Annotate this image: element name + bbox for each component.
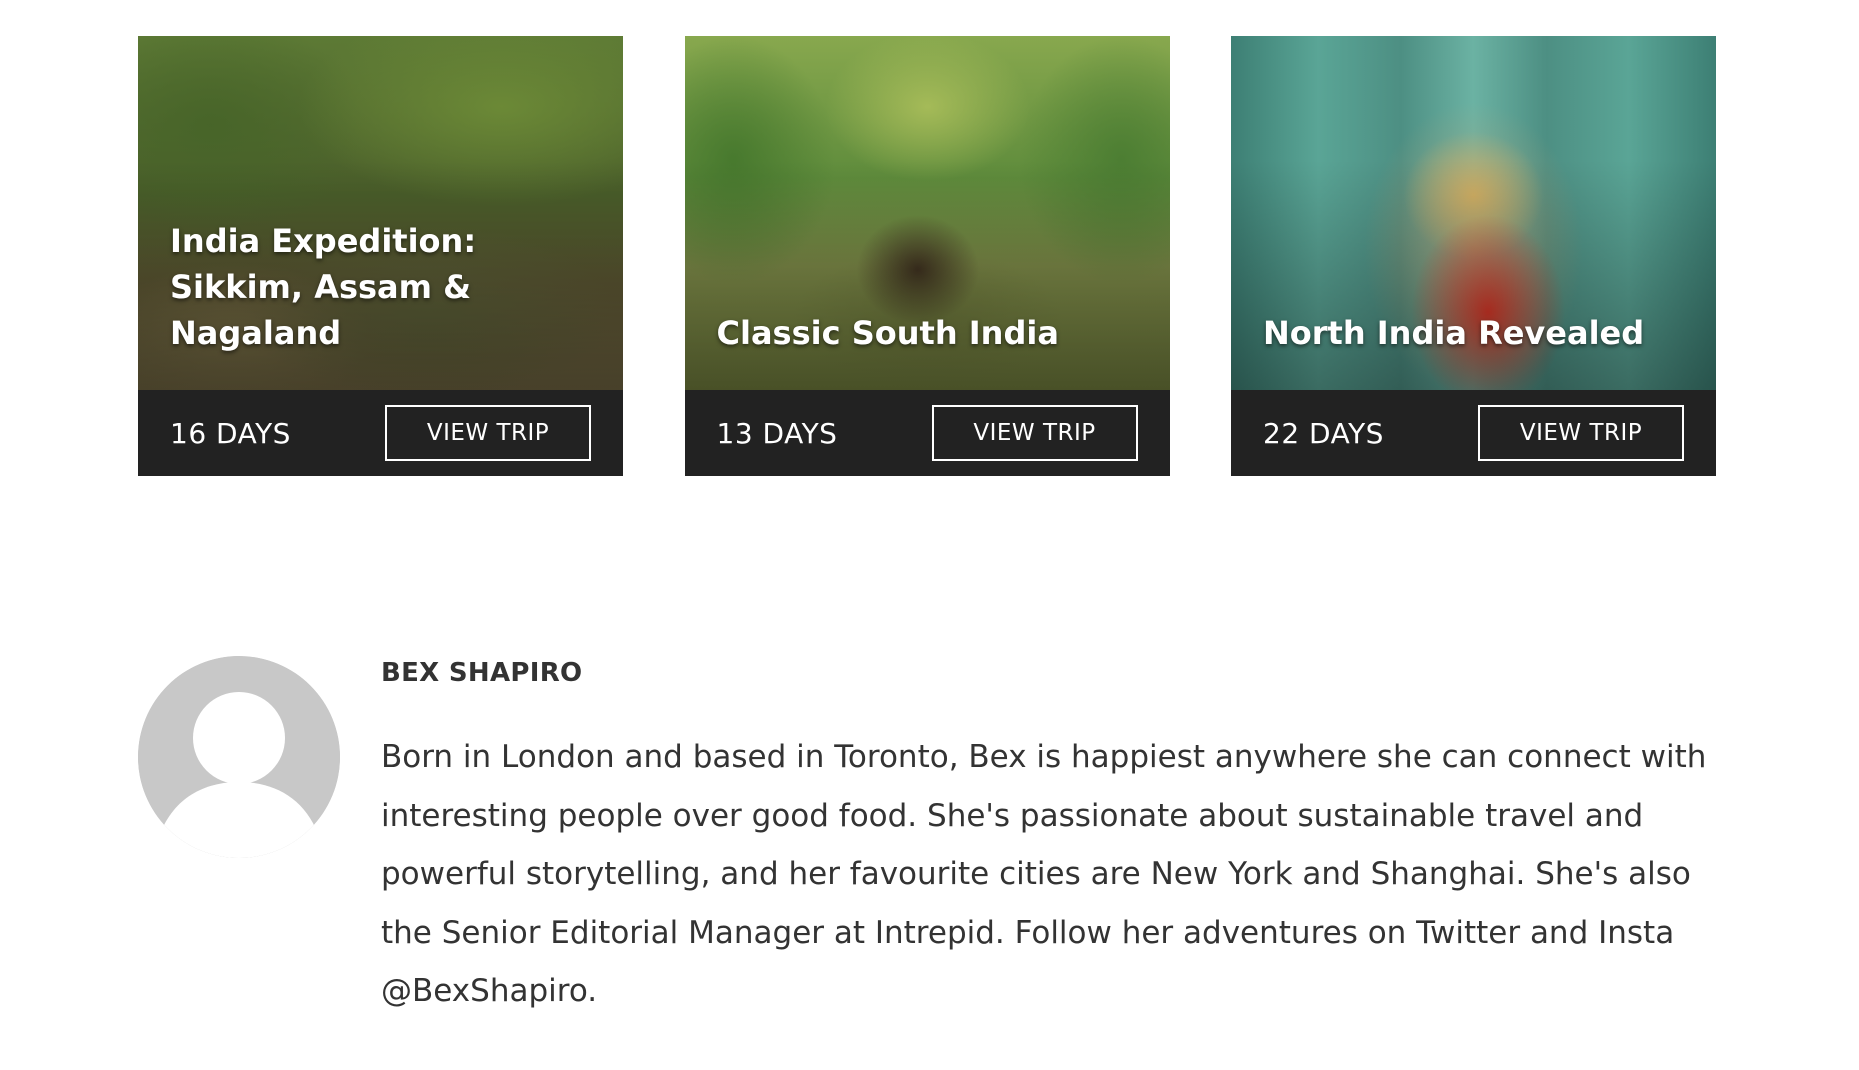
trip-footer: 16 DAYS VIEW TRIP [138, 390, 623, 476]
trip-duration: 22 DAYS [1263, 416, 1384, 450]
trip-footer: 13 DAYS VIEW TRIP [684, 390, 1170, 476]
trip-title[interactable]: North India Revealed [1263, 310, 1676, 356]
view-trip-button[interactable]: VIEW TRIP [931, 405, 1138, 461]
author-description: Born in London and based in Toronto, Bex… [381, 739, 1707, 1009]
trip-image-forest-root-bridge[interactable]: India Expedition: Sikkim, Assam & Nagala… [138, 36, 623, 390]
view-trip-button[interactable]: VIEW TRIP [385, 405, 591, 461]
default-user-icon [138, 656, 340, 858]
trip-image-turquoise-doorway[interactable]: North India Revealed [1231, 36, 1716, 390]
trip-card-classic-south-india[interactable]: Classic South India 13 DAYS VIEW TRIP [684, 36, 1170, 476]
author-name: BEX SHAPIRO [381, 658, 583, 688]
trip-card-list: India Expedition: Sikkim, Assam & Nagala… [138, 36, 1716, 476]
trip-duration: 16 DAYS [170, 416, 291, 450]
avatar [138, 656, 340, 858]
trip-card-north-india-revealed[interactable]: North India Revealed 22 DAYS VIEW TRIP [1231, 36, 1716, 476]
trip-title[interactable]: Classic South India [717, 310, 1130, 356]
trip-image-backwater-canoe[interactable]: Classic South India [684, 36, 1170, 390]
view-trip-button[interactable]: VIEW TRIP [1478, 405, 1684, 461]
trip-card-india-expedition[interactable]: India Expedition: Sikkim, Assam & Nagala… [138, 36, 623, 476]
trip-duration: 13 DAYS [716, 416, 838, 450]
trip-title[interactable]: India Expedition: Sikkim, Assam & Nagala… [170, 218, 583, 356]
trip-footer: 22 DAYS VIEW TRIP [1231, 390, 1716, 476]
